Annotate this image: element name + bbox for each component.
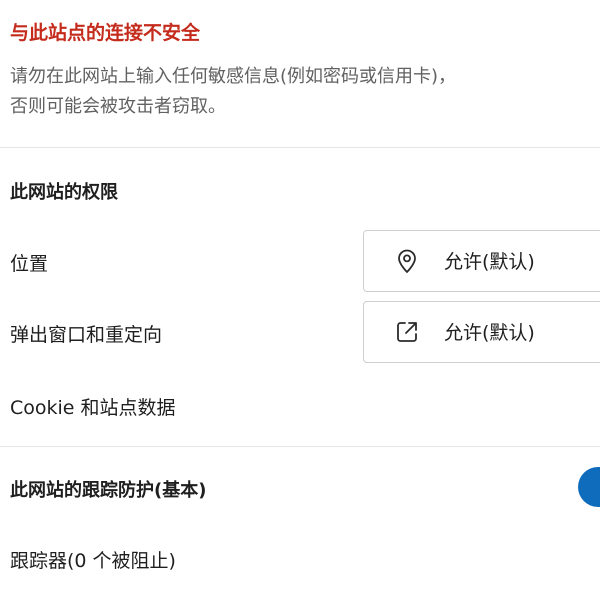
warning-line-1: 请勿在此网站上输入任何敏感信息(例如密码或信用卡)， <box>10 66 457 87</box>
connection-warning-description: 请勿在此网站上输入任何敏感信息(例如密码或信用卡)， 否则可能会被攻击者窃取。 <box>10 62 600 122</box>
connection-warning-title: 与此站点的连接不安全 <box>10 22 201 44</box>
popups-permission-select[interactable]: 允许(默认) <box>363 301 600 363</box>
cookie-site-data-link[interactable]: Cookie 和站点数据 <box>10 393 176 420</box>
location-permission-value: 允许(默认) <box>444 251 535 273</box>
location-permission-select[interactable]: 允许(默认) <box>363 230 600 292</box>
location-permission-label: 位置 <box>10 253 49 275</box>
divider <box>0 147 600 148</box>
tracking-prevention-title: 此网站的跟踪防护(基本) <box>10 480 207 501</box>
permissions-section-title: 此网站的权限 <box>10 182 118 203</box>
tracking-prevention-toggle[interactable] <box>578 467 600 507</box>
warning-line-2: 否则可能会被攻击者窃取。 <box>10 96 226 117</box>
popups-permission-label: 弹出窗口和重定向 <box>10 324 163 346</box>
popups-permission-value: 允许(默认) <box>444 322 535 344</box>
site-info-panel: 与此站点的连接不安全 请勿在此网站上输入任何敏感信息(例如密码或信用卡)， 否则… <box>0 0 600 600</box>
divider <box>0 446 600 447</box>
location-pin-icon <box>398 249 416 273</box>
external-link-icon <box>397 322 417 342</box>
trackers-blocked-link[interactable]: 跟踪器(0 个被阻止) <box>10 546 176 573</box>
